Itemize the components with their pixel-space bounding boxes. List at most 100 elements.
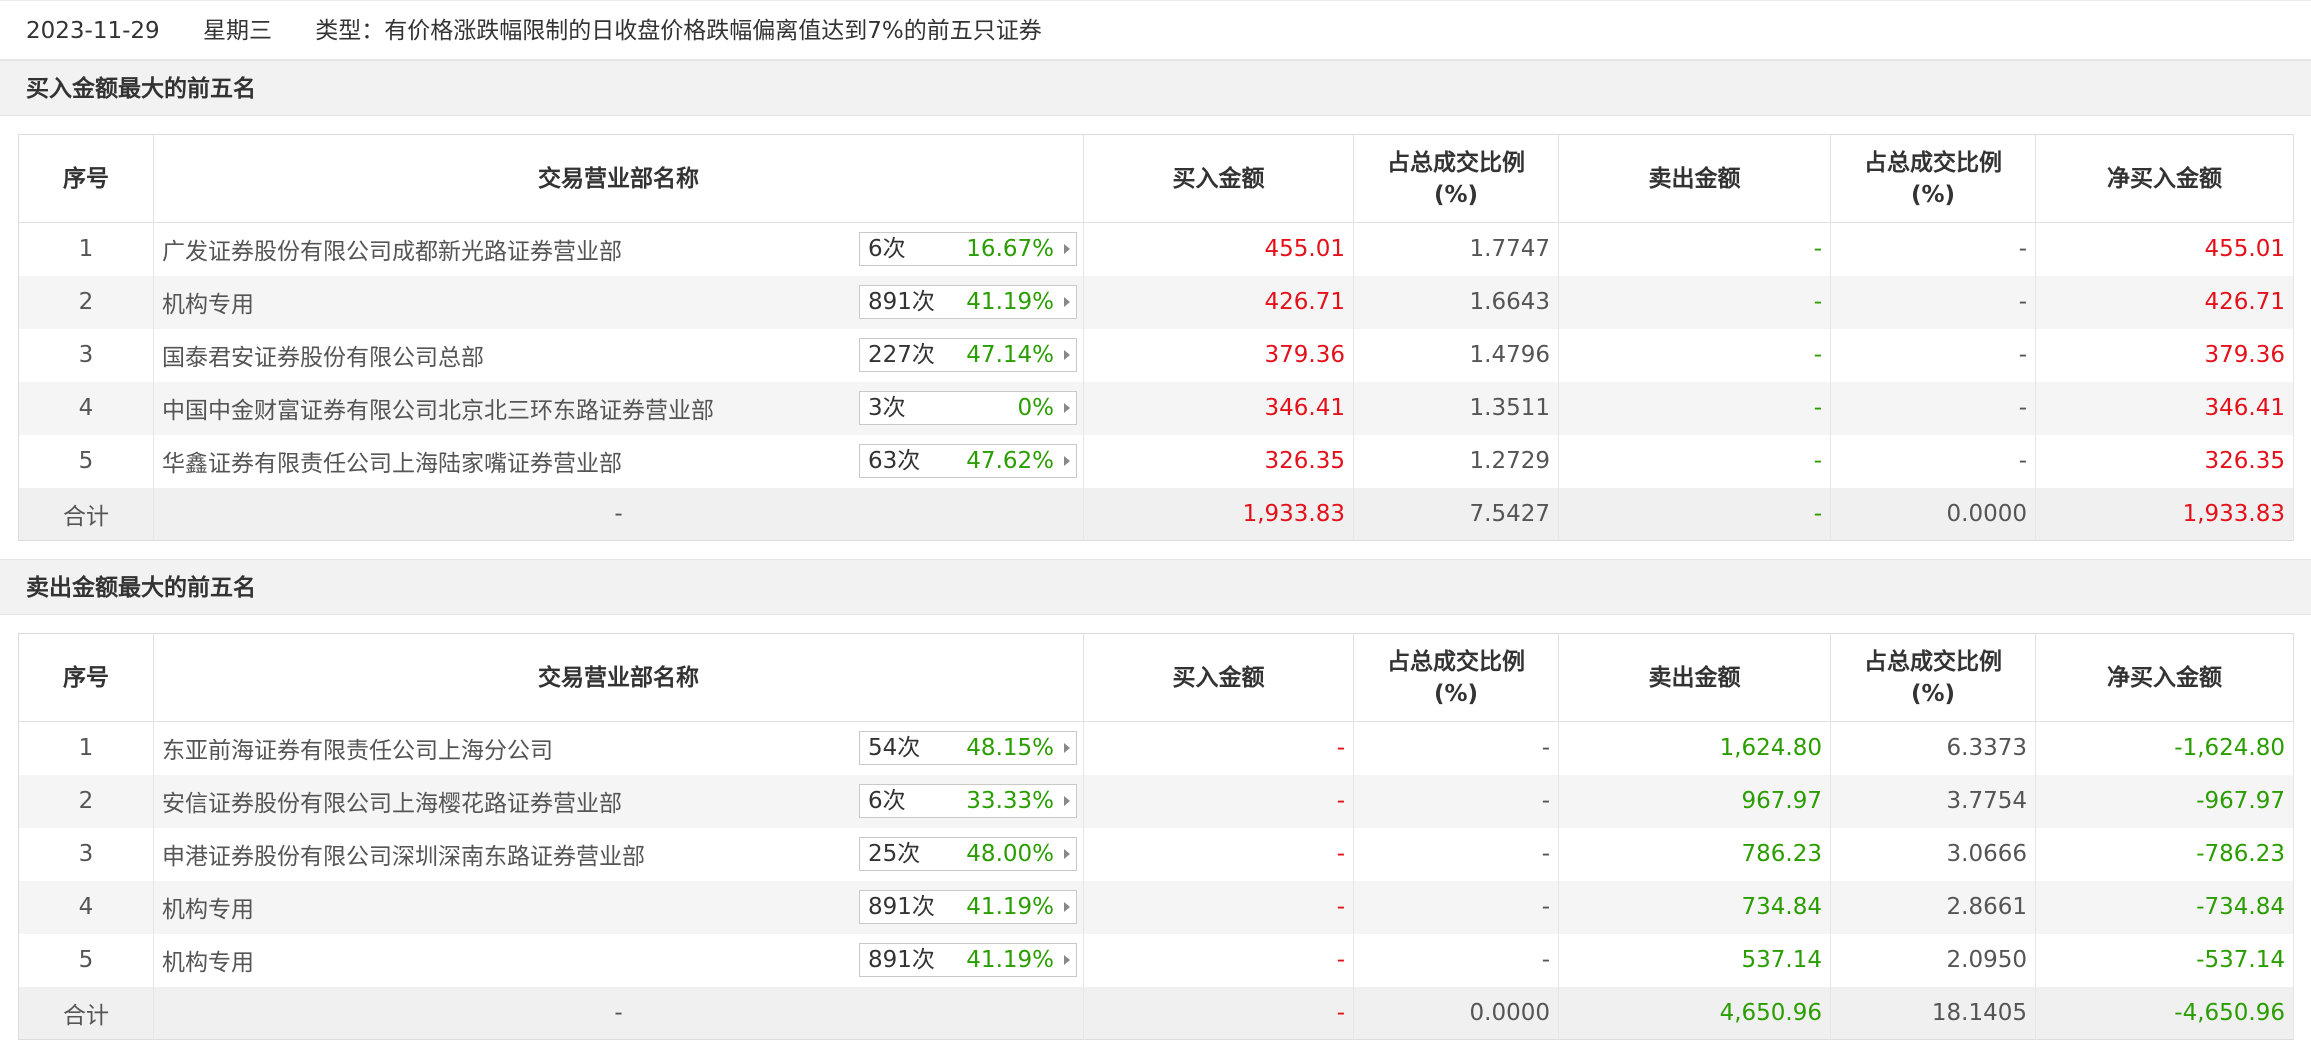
col-buy-ratio: 占总成交比例 (%) (1353, 633, 1559, 722)
total-name: - (153, 487, 1084, 541)
history-badge[interactable]: 25次 48.00% (859, 836, 1077, 871)
dept-name[interactable]: 机构专用 (162, 285, 254, 319)
sell-amount: - (1558, 434, 1831, 488)
badge-count: 891次 (868, 946, 935, 973)
buy-amount: - (1083, 933, 1354, 987)
table-row: 4 中国中金财富证券有限公司北京北三环东路证券营业部 3次 0% 346.41 1.… (18, 381, 2294, 435)
dept-name[interactable]: 申港证券股份有限公司深圳深南东路证券营业部 (162, 837, 645, 871)
buy-amount: 379.36 (1083, 328, 1354, 382)
badge-percent: 41.19% (966, 288, 1054, 315)
dept-name[interactable]: 机构专用 (162, 890, 254, 924)
buy-ratio: 1.6643 (1353, 275, 1559, 329)
row-rank: 2 (18, 275, 154, 329)
col-buy: 买入金额 (1083, 633, 1354, 722)
net-amount: -786.23 (2035, 827, 2294, 881)
dept-cell: 东亚前海证券有限责任公司上海分公司 54次 48.15% (153, 721, 1084, 775)
dept-name[interactable]: 安信证券股份有限公司上海樱花路证券营业部 (162, 784, 622, 818)
dept-cell: 申港证券股份有限公司深圳深南东路证券营业部 25次 48.00% (153, 827, 1084, 881)
sell-ratio: - (1830, 328, 2036, 382)
row-rank: 2 (18, 774, 154, 828)
caret-right-icon (1064, 795, 1070, 806)
history-badge[interactable]: 891次 41.19% (859, 889, 1077, 924)
dept-name[interactable]: 东亚前海证券有限责任公司上海分公司 (162, 731, 553, 765)
net-amount: -1,624.80 (2035, 721, 2294, 775)
history-badge[interactable]: 3次 0% (859, 390, 1077, 425)
dept-name[interactable]: 机构专用 (162, 943, 254, 977)
badge-count: 3次 (868, 394, 906, 421)
row-rank: 5 (18, 434, 154, 488)
history-badge[interactable]: 227次 47.14% (859, 337, 1077, 372)
history-badge[interactable]: 891次 41.19% (859, 284, 1077, 319)
caret-right-icon (1064, 848, 1070, 859)
trade-date: 2023-11-29 (26, 18, 160, 44)
total-net: -4,650.96 (2035, 986, 2294, 1040)
sell-section-title: 卖出金额最大的前五名 (0, 559, 2311, 615)
row-rank: 4 (18, 381, 154, 435)
col-sell-ratio: 占总成交比例 (%) (1830, 633, 2036, 722)
buy-amount: 426.71 (1083, 275, 1354, 329)
caret-right-icon (1064, 244, 1070, 254)
sell-ratio: 6.3373 (1830, 721, 2036, 775)
total-label: 合计 (18, 986, 154, 1040)
badge-percent: 0% (1017, 394, 1055, 421)
badge-count: 891次 (868, 288, 935, 315)
sell-amount: - (1558, 222, 1831, 276)
sell-ratio: 2.0950 (1830, 933, 2036, 987)
dept-cell: 华鑫证券有限责任公司上海陆家嘴证券营业部 63次 47.62% (153, 434, 1084, 488)
history-badge[interactable]: 6次 33.33% (859, 783, 1077, 818)
total-label: 合计 (18, 487, 154, 541)
sell-amount: - (1558, 275, 1831, 329)
history-badge[interactable]: 891次 41.19% (859, 942, 1077, 977)
badge-percent: 41.19% (966, 946, 1054, 973)
history-badge[interactable]: 54次 48.15% (859, 731, 1077, 765)
sell-amount: 786.23 (1558, 827, 1831, 881)
buy-amount: - (1083, 827, 1354, 881)
buy-ratio: - (1353, 880, 1559, 934)
badge-count: 25次 (868, 840, 921, 867)
buy-amount: 326.35 (1083, 434, 1354, 488)
col-sell-ratio: 占总成交比例 (%) (1830, 134, 2036, 223)
badge-count: 6次 (868, 787, 906, 814)
total-row: 合计 - 1,933.83 7.5427 - 0.0000 1,933.83 (18, 487, 2294, 541)
badge-percent: 48.00% (966, 840, 1054, 867)
table-row: 2 机构专用 891次 41.19% 426.71 1.6643 - - 426.7… (18, 275, 2294, 329)
badge-count: 891次 (868, 893, 935, 920)
dept-name[interactable]: 华鑫证券有限责任公司上海陆家嘴证券营业部 (162, 444, 622, 478)
buy-amount: 455.01 (1083, 222, 1354, 276)
total-net: 1,933.83 (2035, 487, 2294, 541)
total-buy: 1,933.83 (1083, 487, 1354, 541)
table-row: 3 申港证券股份有限公司深圳深南东路证券营业部 25次 48.00% - - 786… (18, 827, 2294, 881)
net-amount: 326.35 (2035, 434, 2294, 488)
col-net: 净买入金额 (2035, 134, 2294, 223)
badge-percent: 47.14% (966, 341, 1054, 368)
total-sell: - (1558, 487, 1831, 541)
badge-count: 6次 (868, 236, 906, 262)
buy-table-wrap: 序号 交易营业部名称 买入金额 占总成交比例 (%) 卖出金额 占总成交比例 (%)… (0, 116, 2311, 559)
history-badge[interactable]: 6次 16.67% (859, 232, 1077, 266)
dept-name[interactable]: 广发证券股份有限公司成都新光路证券营业部 (162, 232, 622, 266)
dept-cell: 机构专用 891次 41.19% (153, 275, 1084, 329)
total-buy: - (1083, 986, 1354, 1040)
row-rank: 1 (18, 721, 154, 775)
badge-percent: 48.15% (966, 735, 1054, 761)
history-badge[interactable]: 63次 47.62% (859, 443, 1077, 478)
row-rank: 4 (18, 880, 154, 934)
dept-cell: 国泰君安证券股份有限公司总部 227次 47.14% (153, 328, 1084, 382)
dept-name[interactable]: 国泰君安证券股份有限公司总部 (162, 338, 484, 372)
col-buy: 买入金额 (1083, 134, 1354, 223)
caret-right-icon (1064, 455, 1070, 466)
sell-table-header: 序号 交易营业部名称 买入金额 占总成交比例 (%) 卖出金额 占总成交比例 (%)… (18, 633, 2294, 722)
badge-percent: 41.19% (966, 893, 1054, 920)
buy-table-header: 序号 交易营业部名称 买入金额 占总成交比例 (%) 卖出金额 占总成交比例 (%)… (18, 134, 2294, 223)
total-sell-ratio: 0.0000 (1830, 487, 2036, 541)
badge-count: 54次 (868, 735, 921, 761)
col-sell: 卖出金额 (1558, 633, 1831, 722)
info-bar: 2023-11-29 星期三 类型：有价格涨跌幅限制的日收盘价格跌幅偏离值达到7… (0, 0, 2311, 60)
buy-ratio: - (1353, 774, 1559, 828)
total-sell-ratio: 18.1405 (1830, 986, 2036, 1040)
table-row: 5 华鑫证券有限责任公司上海陆家嘴证券营业部 63次 47.62% 326.35 1… (18, 434, 2294, 488)
dept-name[interactable]: 中国中金财富证券有限公司北京北三环东路证券营业部 (162, 391, 714, 425)
col-rank: 序号 (18, 633, 154, 722)
caret-right-icon (1064, 349, 1070, 360)
buy-ratio: - (1353, 721, 1559, 775)
